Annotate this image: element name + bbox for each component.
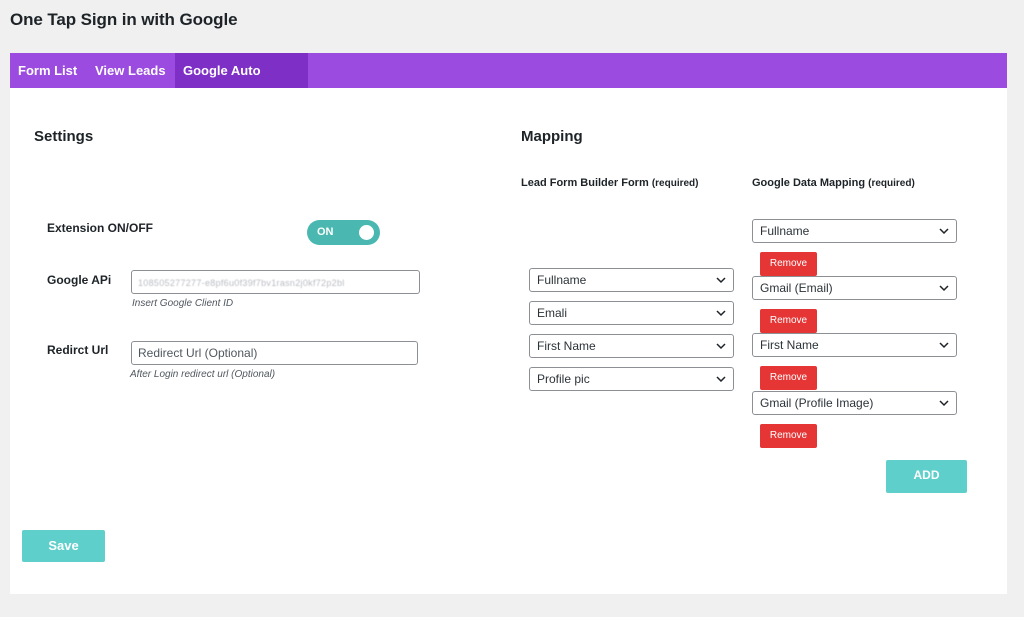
- toggle-state-text: ON: [317, 226, 334, 238]
- chevron-down-icon: [716, 310, 726, 317]
- google-field-select[interactable]: Fullname: [752, 219, 957, 243]
- extension-toggle[interactable]: ON: [307, 220, 380, 245]
- required-note: (required): [651, 178, 699, 189]
- selected-value: Emali: [537, 306, 568, 320]
- toggle-knob: [359, 225, 374, 240]
- settings-panel: Settings Extension ON/OFF ON Google APi …: [10, 88, 1007, 594]
- chevron-down-icon: [939, 285, 949, 292]
- selected-value: First Name: [760, 338, 819, 352]
- google-field-select[interactable]: Gmail (Profile Image): [752, 391, 957, 415]
- selected-value: First Name: [537, 339, 596, 353]
- selected-value: Fullname: [760, 224, 810, 238]
- mapping-title: Mapping: [521, 128, 583, 145]
- remove-button[interactable]: Remove: [760, 424, 817, 448]
- redirect-url-hint: After Login redirect url (Optional): [130, 369, 276, 380]
- google-client-id-input[interactable]: 108505277277-e8pf6u0f39f7bv1rasn2j0kf72p…: [131, 270, 420, 294]
- selected-value: Profile pic: [537, 372, 590, 386]
- lead-field-select[interactable]: Emali: [529, 301, 734, 325]
- google-api-label: Google APi: [47, 273, 112, 287]
- tab-form-list[interactable]: Form List: [10, 53, 85, 88]
- add-mapping-button[interactable]: ADD: [886, 460, 967, 493]
- tab-bar: Form List View Leads Google Auto Signin: [10, 53, 1007, 113]
- lead-field-select[interactable]: First Name: [529, 334, 734, 358]
- tab-view-leads[interactable]: View Leads: [87, 53, 174, 88]
- chevron-down-icon: [716, 376, 726, 383]
- lead-field-select[interactable]: Profile pic: [529, 367, 734, 391]
- selected-value: Gmail (Profile Image): [760, 396, 874, 410]
- google-client-id-value: 108505277277-e8pf6u0f39f7bv1rasn2j0kf72p…: [138, 278, 345, 288]
- chevron-down-icon: [716, 343, 726, 350]
- google-mapping-column-header: Google Data Mapping (required): [752, 177, 915, 189]
- chevron-down-icon: [939, 400, 949, 407]
- redirect-url-input[interactable]: [131, 341, 418, 365]
- chevron-down-icon: [716, 277, 726, 284]
- lead-field-select[interactable]: Fullname: [529, 268, 734, 292]
- google-mapping-column-title: Google Data Mapping: [752, 177, 866, 189]
- tab-google-auto-signin[interactable]: Google Auto Signin: [175, 53, 308, 113]
- chevron-down-icon: [939, 228, 949, 235]
- lead-form-column-title: Lead Form Builder Form: [521, 177, 649, 189]
- selected-value: Fullname: [537, 273, 587, 287]
- extension-label: Extension ON/OFF: [47, 221, 154, 235]
- page-title: One Tap Sign in with Google: [10, 10, 238, 29]
- save-button[interactable]: Save: [22, 530, 105, 562]
- selected-value: Gmail (Email): [760, 281, 833, 295]
- remove-button[interactable]: Remove: [760, 309, 817, 333]
- settings-title: Settings: [34, 128, 94, 145]
- redirect-url-label: Redirct Url: [47, 343, 109, 357]
- google-api-hint: Insert Google Client ID: [132, 298, 234, 309]
- chevron-down-icon: [939, 342, 949, 349]
- google-field-select[interactable]: Gmail (Email): [752, 276, 957, 300]
- google-field-select[interactable]: First Name: [752, 333, 957, 357]
- remove-button[interactable]: Remove: [760, 252, 817, 276]
- required-note: (required): [868, 178, 915, 189]
- remove-button[interactable]: Remove: [760, 366, 817, 390]
- lead-form-column-header: Lead Form Builder Form (required): [521, 177, 698, 189]
